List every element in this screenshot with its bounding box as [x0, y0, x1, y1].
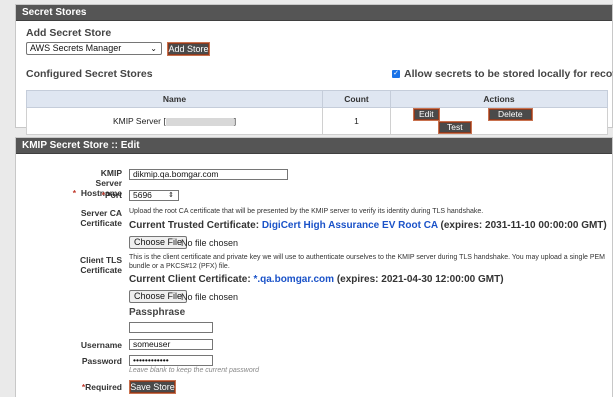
configured-secret-stores-title: Configured Secret Stores	[26, 68, 153, 80]
trusted-cert-line: Current Trusted Certificate: DigiCert Hi…	[129, 220, 607, 231]
no-file-chosen-ca: No file chosen	[181, 238, 239, 248]
client-cert-prefix: Current Client Certificate:	[129, 274, 254, 285]
save-store-button[interactable]: Save Store	[129, 380, 176, 394]
port-value: 5696	[133, 190, 152, 200]
choose-file-button-tls[interactable]: Choose File	[129, 290, 188, 303]
no-file-chosen-tls: No file chosen	[181, 292, 239, 302]
required-label-text: Required	[85, 382, 122, 392]
allow-local-label: Allow secrets to be stored locally for r…	[404, 68, 613, 80]
server-ca-label: Server CA Certificate	[80, 208, 122, 228]
stepper-arrows-icon[interactable]: ⇕	[168, 191, 174, 200]
edit-button[interactable]: Edit	[413, 108, 440, 121]
port-label-text: Port	[105, 190, 122, 200]
store-type-value: AWS Secrets Manager	[30, 43, 122, 53]
password-label: Password	[81, 356, 122, 366]
column-header-actions: Actions	[390, 90, 608, 108]
secret-stores-panel: Secret Stores Add Secret Store AWS Secre…	[15, 4, 613, 135]
hostname-input[interactable]: dikmip.qa.bomgar.com	[129, 169, 288, 180]
client-tls-help: This is the client certificate and priva…	[129, 254, 605, 270]
add-secret-store-title: Add Secret Store	[26, 27, 112, 39]
chevron-down-icon: ⌄	[150, 44, 157, 53]
username-label: Username	[80, 340, 122, 350]
secret-stores-table: Name Count Actions KMIP Server [] 1 Edit…	[26, 90, 608, 135]
client-cert-line: Current Client Certificate: *.qa.bomgar.…	[129, 274, 504, 285]
port-stepper[interactable]: 5696 ⇕	[129, 190, 179, 201]
add-store-button[interactable]: Add Store	[167, 42, 210, 56]
trusted-cert-expiry: (expires: 2031-11-10 00:00:00 GMT)	[437, 220, 607, 231]
store-name-suffix: ]	[233, 116, 237, 126]
column-header-count: Count	[322, 90, 391, 108]
port-label: *Port	[102, 190, 122, 200]
required-label: *Required	[82, 382, 122, 392]
table-row: KMIP Server [] 1 Edit Delete Test	[26, 107, 608, 135]
store-actions-cell: Edit Delete Test	[390, 107, 608, 135]
redacted-block	[165, 117, 234, 126]
choose-file-button-ca[interactable]: Choose File	[129, 236, 188, 249]
column-header-name: Name	[26, 90, 323, 108]
passphrase-input[interactable]	[129, 322, 213, 333]
store-name-cell: KMIP Server []	[26, 107, 323, 135]
password-input[interactable]: ••••••••••••	[129, 355, 213, 366]
store-count-cell: 1	[322, 107, 391, 135]
client-tls-label: Client TLS Certificate	[79, 255, 122, 275]
delete-button[interactable]: Delete	[488, 108, 533, 121]
kmip-edit-panel: KMIP Secret Store :: Edit *KMIP Server H…	[15, 137, 613, 397]
trusted-cert-link[interactable]: DigiCert High Assurance EV Root CA	[262, 220, 438, 231]
allow-local-checkbox[interactable]: ✓	[392, 70, 400, 78]
test-button[interactable]: Test	[438, 121, 472, 134]
kmip-edit-header: KMIP Secret Store :: Edit	[16, 138, 612, 154]
secret-stores-header: Secret Stores	[16, 5, 612, 21]
store-name-text: KMIP Server [	[112, 116, 166, 126]
client-cert-expiry: (expires: 2021-04-30 12:00:00 GMT)	[334, 274, 504, 285]
username-input[interactable]: someuser	[129, 339, 213, 350]
client-cert-link[interactable]: *.qa.bomgar.com	[253, 274, 334, 285]
server-ca-help: Upload the root CA certificate that will…	[129, 208, 484, 215]
passphrase-label: Passphrase	[129, 307, 186, 318]
trusted-cert-prefix: Current Trusted Certificate:	[129, 220, 262, 231]
store-type-select[interactable]: AWS Secrets Manager ⌄	[26, 42, 162, 55]
password-hint: Leave blank to keep the current password	[129, 367, 259, 374]
